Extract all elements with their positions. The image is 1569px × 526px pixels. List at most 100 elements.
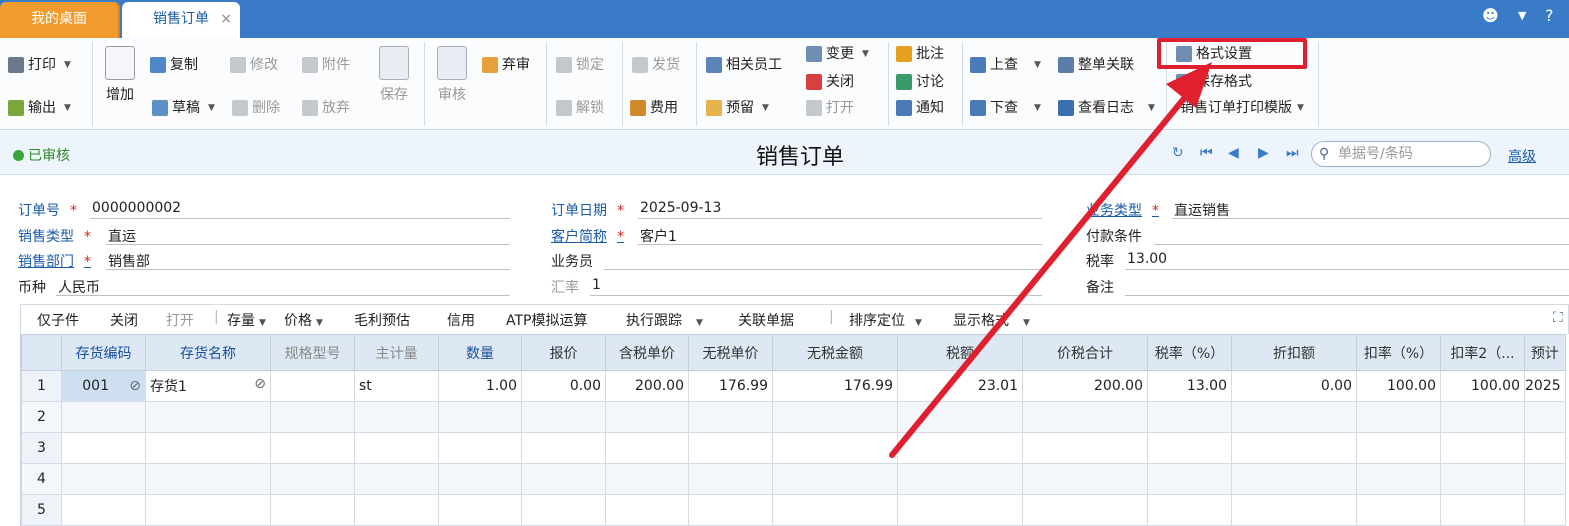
sales-type-field[interactable]: 直运 xyxy=(108,226,136,246)
grid-tool-price[interactable]: 价格 ▼ xyxy=(284,310,323,330)
column-header[interactable]: 扣率2（... xyxy=(1440,334,1525,371)
trace-down-button[interactable]: 下查 ▼ xyxy=(970,97,1041,119)
biz-type-field[interactable]: 直运销售 xyxy=(1174,200,1230,220)
column-header[interactable]: 税率（%） xyxy=(1147,334,1232,371)
dept-label-text[interactable]: 销售部门 xyxy=(18,254,74,270)
table-cell[interactable] xyxy=(1440,494,1525,526)
table-cell[interactable] xyxy=(521,401,606,433)
table-cell[interactable] xyxy=(438,432,522,464)
table-cell[interactable]: 001 ⊘ xyxy=(61,370,146,402)
column-header[interactable]: 价税合计 xyxy=(1022,334,1148,371)
table-cell[interactable] xyxy=(897,463,1023,495)
table-cell[interactable] xyxy=(270,494,355,526)
chevron-down-icon[interactable]: ▼ xyxy=(1518,9,1526,22)
table-cell[interactable] xyxy=(61,494,146,526)
column-header[interactable]: 含税单价 xyxy=(605,334,689,371)
delete-button[interactable]: 删除 xyxy=(232,97,280,119)
table-cell[interactable] xyxy=(1147,494,1232,526)
table-cell[interactable] xyxy=(354,463,439,495)
table-cell[interactable] xyxy=(521,432,606,464)
paperclip-icon[interactable]: ⊘ xyxy=(129,378,141,394)
table-cell[interactable] xyxy=(1231,463,1357,495)
table-cell[interactable] xyxy=(521,463,606,495)
rate-field[interactable]: 1 xyxy=(592,277,601,293)
search-input[interactable]: ⚲ 单据号/条码 xyxy=(1311,141,1491,167)
prev-record-icon[interactable]: ◀ xyxy=(1228,145,1239,161)
dept-field[interactable]: 销售部 xyxy=(108,251,150,271)
table-cell[interactable] xyxy=(772,401,898,433)
grid-tool-subparts[interactable]: 仅子件 xyxy=(37,310,79,330)
link-all-button[interactable]: 整单关联 xyxy=(1058,54,1134,76)
add-button[interactable]: 增加 xyxy=(100,46,140,104)
advanced-link[interactable]: 高级 xyxy=(1508,146,1536,166)
table-cell[interactable] xyxy=(145,463,271,495)
annotate-button[interactable]: 批注 xyxy=(896,43,944,65)
table-cell[interactable] xyxy=(145,401,271,433)
export-button[interactable]: 输出 ▼ xyxy=(8,97,71,119)
table-cell[interactable] xyxy=(1524,494,1566,526)
table-cell[interactable] xyxy=(354,401,439,433)
currency-field[interactable]: 人民币 xyxy=(58,277,100,297)
column-header[interactable]: 主计量 xyxy=(354,334,439,371)
table-cell[interactable] xyxy=(605,494,689,526)
refresh-icon[interactable]: ↻ xyxy=(1172,145,1184,161)
table-cell[interactable] xyxy=(1022,463,1148,495)
column-header[interactable]: 数量 xyxy=(438,334,522,371)
table-row[interactable]: 4 xyxy=(21,463,1566,495)
grid-tool-atp[interactable]: ATP模拟运算 xyxy=(506,310,587,330)
table-cell[interactable] xyxy=(1231,401,1357,433)
edit-button[interactable]: 修改 xyxy=(230,54,278,76)
table-cell[interactable] xyxy=(1356,463,1441,495)
table-cell[interactable]: 200.00 xyxy=(1022,370,1148,402)
table-cell[interactable] xyxy=(270,463,355,495)
table-cell[interactable] xyxy=(270,432,355,464)
table-cell[interactable] xyxy=(1440,401,1525,433)
grid-tool-credit[interactable]: 信用 xyxy=(447,310,475,330)
column-header[interactable]: 折扣额 xyxy=(1231,334,1357,371)
table-cell[interactable]: 0.00 xyxy=(521,370,606,402)
table-cell[interactable] xyxy=(688,463,773,495)
order-no-field[interactable]: 0000000002 xyxy=(92,200,181,216)
table-cell[interactable]: 1.00 xyxy=(438,370,522,402)
column-header[interactable]: 扣率（%） xyxy=(1356,334,1441,371)
close-order-button[interactable]: 关闭 xyxy=(806,71,854,93)
table-cell[interactable]: 100.00 xyxy=(1440,370,1525,402)
biz-type-label-text[interactable]: 业务类型 xyxy=(1086,203,1142,219)
discuss-button[interactable]: 讨论 xyxy=(896,71,944,93)
table-cell[interactable] xyxy=(772,494,898,526)
customer-field[interactable]: 客户1 xyxy=(640,226,677,246)
notify-button[interactable]: 通知 xyxy=(896,97,944,119)
table-cell[interactable] xyxy=(61,463,146,495)
column-header[interactable]: 存货名称 xyxy=(145,334,271,371)
table-cell[interactable] xyxy=(1356,401,1441,433)
table-cell[interactable]: 176.99 xyxy=(772,370,898,402)
table-row[interactable]: 1 001 ⊘ 存货1 ⊘ st 1.00 0.00 200.00 176.99 176.99 2… xyxy=(21,370,1566,402)
customer-label-text[interactable]: 客户简称 xyxy=(551,229,607,245)
table-cell[interactable] xyxy=(1147,463,1232,495)
table-cell[interactable]: 0.00 xyxy=(1231,370,1357,402)
unaudit-button[interactable]: 弃审 xyxy=(482,54,530,76)
table-cell[interactable] xyxy=(688,494,773,526)
table-cell[interactable]: 2025 xyxy=(1524,370,1566,402)
save-format-button[interactable]: 保存格式 xyxy=(1176,71,1252,93)
table-cell[interactable] xyxy=(605,432,689,464)
table-cell[interactable]: 176.99 xyxy=(688,370,773,402)
table-cell[interactable] xyxy=(688,432,773,464)
table-cell[interactable] xyxy=(1147,432,1232,464)
audit-button[interactable]: 审核 xyxy=(432,46,472,104)
help-icon[interactable]: ? xyxy=(1545,6,1554,25)
table-cell[interactable] xyxy=(1524,463,1566,495)
table-cell[interactable] xyxy=(270,401,355,433)
table-cell[interactable] xyxy=(145,494,271,526)
table-cell[interactable] xyxy=(1356,432,1441,464)
table-row[interactable]: 3 xyxy=(21,432,1566,464)
table-cell[interactable] xyxy=(1440,463,1525,495)
cost-button[interactable]: 费用 xyxy=(630,97,678,119)
table-cell[interactable] xyxy=(1022,432,1148,464)
grid-tool-trace[interactable]: 执行跟踪 ▼ xyxy=(626,310,703,330)
table-cell[interactable] xyxy=(772,463,898,495)
paperclip-icon[interactable]: ⊘ xyxy=(254,376,266,392)
table-cell[interactable]: 100.00 xyxy=(1356,370,1441,402)
table-cell[interactable] xyxy=(1147,401,1232,433)
draft-button[interactable]: 草稿 ▼ xyxy=(152,97,215,119)
